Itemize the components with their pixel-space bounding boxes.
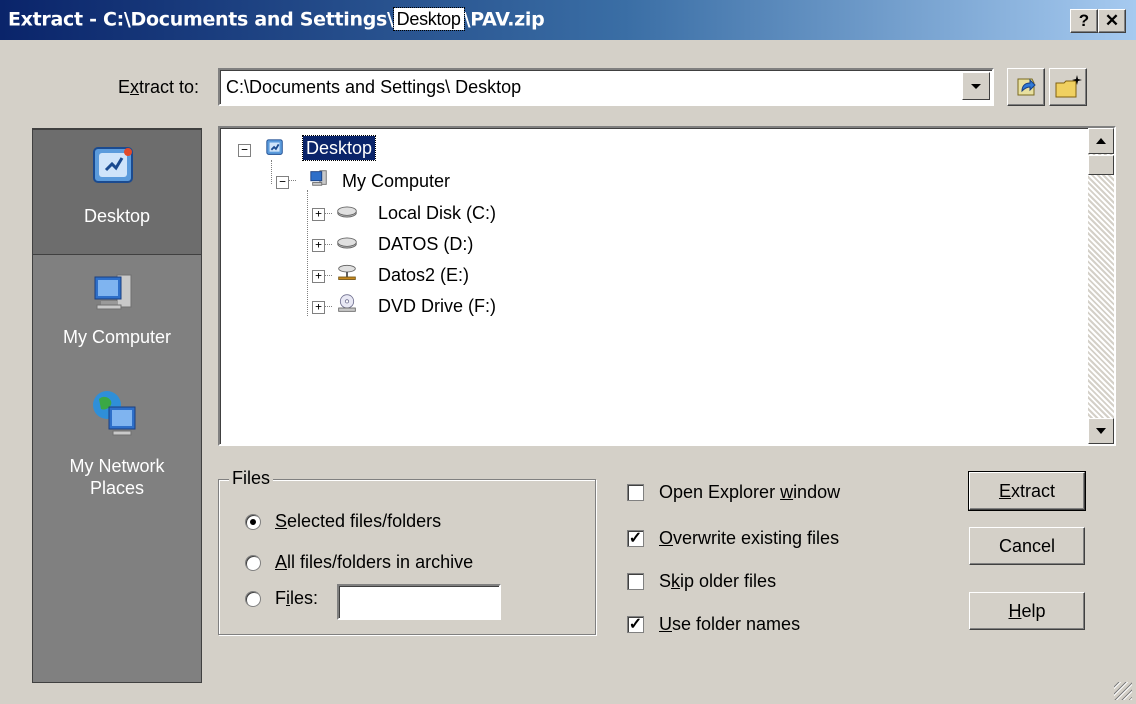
dvd-drive-icon — [338, 294, 356, 312]
place-my-computer[interactable]: My Computer — [33, 265, 201, 365]
new-folder-icon — [1055, 75, 1082, 98]
extract-button[interactable]: Extract — [968, 471, 1086, 511]
radio-selected-files-label: Selected files/folders — [275, 511, 442, 531]
use-folder-names-checkbox[interactable]: ✓ — [627, 616, 644, 633]
places-bar: Desktop My Computer My Network Places — [32, 128, 202, 683]
tree-node-my-computer[interactable]: My Computer — [342, 168, 450, 194]
cancel-button[interactable]: Cancel — [969, 527, 1085, 565]
skip-older-checkbox[interactable] — [627, 573, 644, 590]
radio-files-label: Files: — [275, 588, 319, 608]
resize-grip[interactable] — [1114, 682, 1132, 700]
place-label: My Computer — [62, 327, 172, 347]
place-label: Desktop — [83, 206, 151, 226]
tree-vertical-scrollbar[interactable] — [1088, 128, 1114, 444]
tree-connector — [271, 160, 272, 184]
new-folder-button[interactable] — [1049, 68, 1087, 106]
expand-toggle[interactable]: + — [312, 208, 325, 221]
title-suffix: \PAV.zip — [463, 8, 545, 31]
network-places-icon — [93, 391, 136, 436]
open-explorer-checkbox[interactable] — [627, 484, 644, 501]
my-computer-icon — [310, 170, 327, 186]
desktop-icon — [93, 147, 133, 183]
desktop-icon — [266, 139, 283, 155]
files-legend: Files — [229, 468, 274, 489]
radio-selected-files[interactable] — [245, 514, 261, 530]
place-label: My Network Places — [69, 456, 165, 498]
place-desktop[interactable]: Desktop — [33, 129, 202, 255]
overwrite-label: Overwrite existing files — [659, 528, 840, 548]
tree-node-drive-f[interactable]: DVD Drive (F:) — [378, 293, 496, 319]
use-folder-names-label: Use folder names — [659, 614, 801, 634]
combo-dropdown-button[interactable] — [962, 72, 990, 100]
extract-to-label: Extract to: — [118, 77, 200, 97]
expand-toggle[interactable]: + — [312, 270, 325, 283]
files-groupbox: Files Selected files/folders All files/f… — [218, 468, 596, 635]
tree-node-drive-e[interactable]: Datos2 (E:) — [378, 262, 469, 288]
skip-older-label: Skip older files — [659, 571, 777, 591]
scroll-thumb[interactable] — [1088, 155, 1114, 175]
title-highlight: Desktop — [392, 7, 465, 31]
my-computer-icon — [94, 274, 132, 310]
scroll-down-button[interactable] — [1088, 418, 1114, 444]
radio-all-files-label: All files/folders in archive — [275, 552, 474, 572]
scroll-up-button[interactable] — [1088, 128, 1114, 154]
title-bar: Extract - C:\Documents and Settings\ Desk… — [0, 0, 1136, 40]
place-network[interactable]: My Network Places — [33, 387, 201, 517]
radio-all-files[interactable] — [245, 555, 261, 571]
expand-toggle[interactable]: + — [312, 239, 325, 252]
collapse-toggle[interactable]: − — [276, 176, 289, 189]
up-folder-icon — [1017, 78, 1036, 96]
help-button[interactable]: Help — [969, 592, 1085, 630]
title-prefix: Extract - C:\Documents and Settings\ — [8, 8, 394, 31]
extract-to-combobox[interactable]: C:\Documents and Settings\ Desktop — [218, 68, 994, 106]
open-explorer-label: Open Explorer window — [659, 482, 841, 502]
help-title-button[interactable]: ? — [1070, 9, 1098, 33]
hard-disk-icon — [337, 237, 357, 249]
network-drive-icon — [338, 264, 356, 280]
extract-to-value: C:\Documents and Settings\ Desktop — [226, 77, 522, 97]
up-folder-button[interactable] — [1007, 68, 1045, 106]
tree-node-drive-c[interactable]: Local Disk (C:) — [378, 200, 496, 226]
tree-node-desktop[interactable]: Desktop — [301, 135, 377, 161]
window-title: Extract - C:\Documents and Settings\ Desk… — [8, 7, 545, 31]
tree-node-drive-d[interactable]: DATOS (D:) — [378, 231, 473, 257]
close-title-button[interactable]: ✕ — [1098, 9, 1126, 33]
radio-files[interactable] — [245, 591, 261, 607]
tree-connector — [307, 190, 308, 316]
files-pattern-input[interactable] — [337, 584, 501, 620]
overwrite-checkbox[interactable]: ✓ — [627, 530, 644, 547]
expand-toggle[interactable]: + — [312, 301, 325, 314]
hard-disk-icon — [337, 206, 357, 218]
folder-tree[interactable]: − Desktop − My Computer + Local Disk (C:… — [218, 126, 1116, 446]
collapse-toggle[interactable]: − — [238, 144, 251, 157]
